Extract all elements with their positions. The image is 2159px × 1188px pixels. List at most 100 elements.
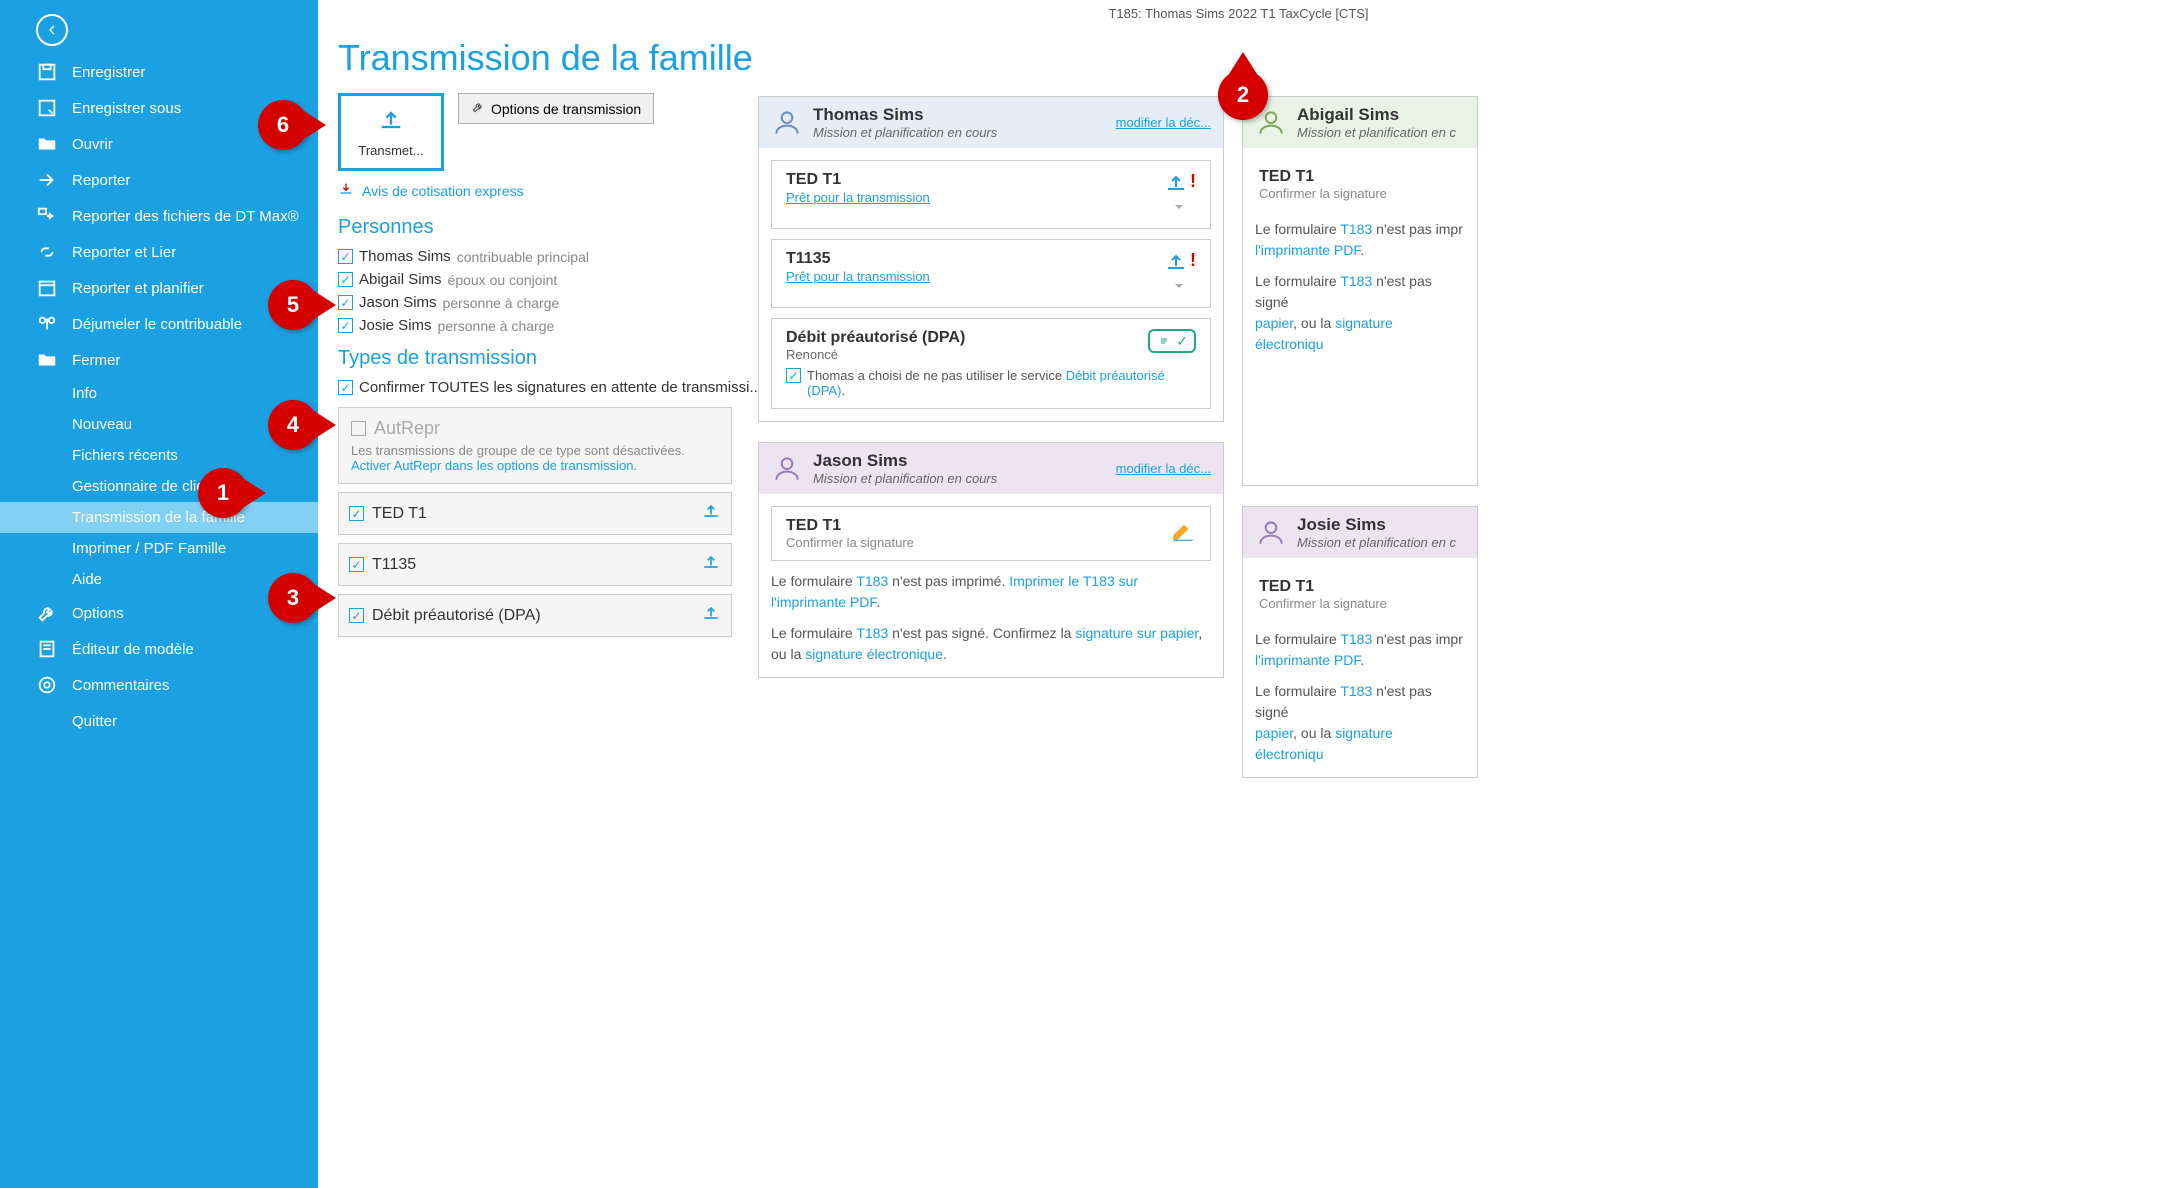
nav-label: Fichiers récents bbox=[72, 447, 178, 464]
ted-t1-subcard: TED T1 Confirmer la signature bbox=[1255, 570, 1465, 619]
nav-editeur-modele[interactable]: Éditeur de modèle bbox=[0, 631, 318, 667]
t183-link[interactable]: T183 bbox=[856, 625, 888, 641]
nav-label: Ouvrir bbox=[72, 136, 113, 153]
upload-icon bbox=[701, 552, 721, 577]
express-noa-link[interactable]: Avis de cotisation express bbox=[362, 183, 524, 199]
nav-fichiers-recents[interactable]: Fichiers récents bbox=[0, 440, 318, 471]
ready-to-transmit-link[interactable]: Prêt pour la transmission bbox=[786, 269, 930, 284]
pencil-icon[interactable] bbox=[1170, 517, 1196, 546]
paper-sig-link[interactable]: signature sur papier bbox=[1075, 625, 1198, 641]
person-checkbox[interactable] bbox=[338, 272, 353, 287]
person-checkbox[interactable] bbox=[338, 295, 353, 310]
autrepr-title: AutRepr bbox=[374, 418, 440, 439]
nav-label: Info bbox=[72, 385, 97, 402]
nav-gestionnaire-clients[interactable]: Gestionnaire de clients bbox=[0, 471, 318, 502]
autrepr-checkbox bbox=[351, 421, 366, 436]
avatar-icon bbox=[1255, 517, 1287, 549]
ted-t1-subcard: TED T1 Confirmer la signature bbox=[1255, 160, 1465, 209]
chevron-down-icon[interactable] bbox=[1169, 199, 1189, 218]
print-pdf-link[interactable]: l'imprimante PDF bbox=[1255, 242, 1360, 258]
person-checkbox[interactable] bbox=[338, 249, 353, 264]
card-name: Jason Sims bbox=[813, 451, 997, 471]
nav-commentaires[interactable]: Commentaires bbox=[0, 667, 318, 703]
chevron-down-icon[interactable] bbox=[1169, 278, 1189, 297]
paper-sig-link[interactable]: papier bbox=[1255, 315, 1293, 331]
confirm-all-checkbox[interactable] bbox=[338, 380, 353, 395]
nav-label: Quitter bbox=[72, 713, 117, 730]
nav-imprimer-pdf[interactable]: Imprimer / PDF Famille bbox=[0, 533, 318, 564]
subcard-sub: Confirmer la signature bbox=[1259, 596, 1461, 611]
note-text: Le formulaire T183 n'est pas imprimé. Im… bbox=[771, 571, 1211, 613]
save-icon bbox=[36, 61, 58, 83]
nav-label: Nouveau bbox=[72, 416, 132, 433]
ted-t1-subcard: TED T1Prêt pour la transmission ! bbox=[771, 160, 1211, 229]
download-icon bbox=[338, 181, 354, 200]
callout-2: 2 bbox=[1218, 70, 1268, 120]
t1135-subcard: T1135Prêt pour la transmission ! bbox=[771, 239, 1211, 308]
person-role: personne à charge bbox=[438, 318, 555, 334]
options-label: Options de transmission bbox=[491, 101, 641, 117]
nav-transmission-famille[interactable]: Transmission de la famille bbox=[0, 502, 318, 533]
uncouple-icon bbox=[36, 313, 58, 335]
nav-label: Déjumeler le contribuable bbox=[72, 316, 242, 333]
t183-link[interactable]: T183 bbox=[1340, 683, 1372, 699]
dpa-subcard: Débit préautorisé (DPA) Renoncé ✓ Thomas… bbox=[771, 318, 1211, 409]
esig-link[interactable]: signature électronique bbox=[805, 646, 943, 662]
status-ok-badge: ✓ bbox=[1148, 329, 1196, 353]
tx-label: T1135 bbox=[372, 556, 416, 574]
tx-type-t1135[interactable]: T1135 bbox=[338, 543, 732, 586]
tx-label: Débit préautorisé (DPA) bbox=[372, 607, 541, 625]
card-status: Mission et planification en cours bbox=[813, 125, 997, 140]
wrench-icon bbox=[36, 602, 58, 624]
tx-checkbox[interactable] bbox=[349, 557, 364, 572]
person-cards-area: Thomas SimsMission et planification en c… bbox=[758, 96, 1478, 778]
tx-checkbox[interactable] bbox=[349, 608, 364, 623]
person-role: époux ou conjoint bbox=[448, 272, 558, 288]
print-pdf-link[interactable]: l'imprimante PDF bbox=[1255, 652, 1360, 668]
nav-info[interactable]: Info bbox=[0, 378, 318, 409]
card-josie: Josie SimsMission et planification en c … bbox=[1242, 506, 1478, 778]
nav-label: Commentaires bbox=[72, 677, 170, 694]
nav-reporter-lier[interactable]: Reporter et Lier bbox=[0, 234, 318, 270]
nav-enregistrer[interactable]: Enregistrer bbox=[0, 54, 318, 90]
tx-checkbox[interactable] bbox=[349, 506, 364, 521]
nav-label: Imprimer / PDF Famille bbox=[72, 540, 226, 557]
nav-fermer[interactable]: Fermer bbox=[0, 342, 318, 378]
dpa-waived-checkbox[interactable] bbox=[786, 368, 801, 383]
tx-type-ted[interactable]: TED T1 bbox=[338, 492, 732, 535]
enable-autrepr-link[interactable]: Activer AutRepr dans les options de tran… bbox=[351, 458, 637, 473]
autrepr-box: AutRepr Les transmissions de groupe de c… bbox=[338, 407, 732, 484]
card-header: Abigail SimsMission et planification en … bbox=[1243, 97, 1477, 148]
callout-6: 6 bbox=[258, 100, 308, 150]
nav-label: Options bbox=[72, 605, 124, 622]
modify-return-link[interactable]: modifier la déc... bbox=[1116, 461, 1211, 476]
t183-link[interactable]: T183 bbox=[856, 573, 888, 589]
card-name: Josie Sims bbox=[1297, 515, 1456, 535]
t183-link[interactable]: T183 bbox=[1340, 221, 1372, 237]
confirm-all-label: Confirmer TOUTES les signatures en atten… bbox=[359, 379, 762, 396]
dpa-text: Thomas a choisi de ne pas utiliser le se… bbox=[807, 368, 1196, 398]
note-text: Le formulaire T183 n'est pas imprl'impri… bbox=[1255, 219, 1465, 261]
card-status: Mission et planification en c bbox=[1297, 125, 1456, 140]
modify-return-link[interactable]: modifier la déc... bbox=[1116, 115, 1211, 130]
t183-link[interactable]: T183 bbox=[1340, 631, 1372, 647]
card-abigail: Abigail SimsMission et planification en … bbox=[1242, 96, 1478, 486]
back-button[interactable] bbox=[36, 14, 68, 46]
nav-reporter[interactable]: Reporter bbox=[0, 162, 318, 198]
paper-sig-link[interactable]: papier bbox=[1255, 725, 1293, 741]
subcard-sub: Confirmer la signature bbox=[786, 535, 914, 550]
note-text: Le formulaire T183 n'est pas signé. Conf… bbox=[771, 623, 1211, 665]
t183-link[interactable]: T183 bbox=[1340, 273, 1372, 289]
nav-reporter-dtmax[interactable]: Reporter des fichiers de DT Max® bbox=[0, 198, 318, 234]
callout-4: 4 bbox=[268, 400, 318, 450]
subcard-title: TED T1 bbox=[1259, 168, 1461, 186]
nav-label: Reporter des fichiers de DT Max® bbox=[72, 208, 299, 225]
card-header: Josie SimsMission et planification en c bbox=[1243, 507, 1477, 558]
transmit-button[interactable]: Transmet... bbox=[338, 93, 444, 171]
nav-quitter[interactable]: Quitter bbox=[0, 703, 318, 739]
transmission-options-button[interactable]: Options de transmission bbox=[458, 93, 654, 124]
person-checkbox[interactable] bbox=[338, 318, 353, 333]
ready-to-transmit-link[interactable]: Prêt pour la transmission bbox=[786, 190, 930, 205]
nav-label: Éditeur de modèle bbox=[72, 641, 194, 658]
tx-type-dpa[interactable]: Débit préautorisé (DPA) bbox=[338, 594, 732, 637]
